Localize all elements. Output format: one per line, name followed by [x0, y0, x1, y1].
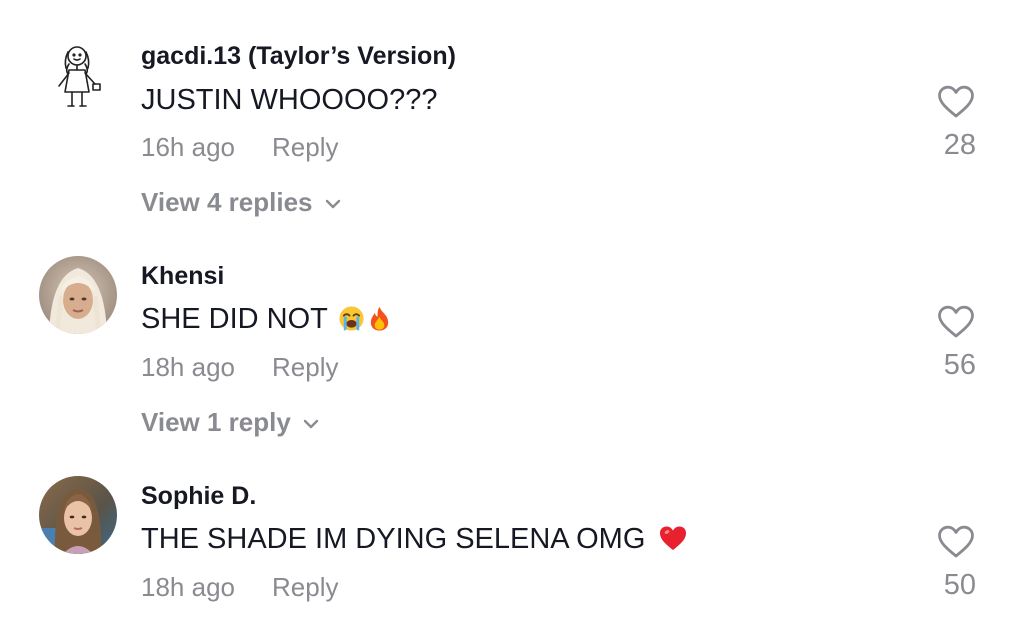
- comment-timestamp: 18h ago: [141, 572, 235, 602]
- heart-like-icon[interactable]: [937, 525, 975, 559]
- comment-item: Sophie D. THE SHADE IM DYING SELENA OMG …: [0, 0, 1024, 635]
- avatar[interactable]: [39, 476, 117, 554]
- profile-photo-icon: [39, 476, 117, 554]
- comment-text-body: THE SHADE IM DYING SELENA OMG: [141, 523, 646, 555]
- like-count: 50: [943, 569, 976, 601]
- comment-text: THE SHADE IM DYING SELENA OMG: [141, 522, 687, 560]
- comment-username[interactable]: Sophie D.: [141, 481, 256, 511]
- reply-button[interactable]: Reply: [272, 571, 338, 603]
- red-heart-emoji-icon: [659, 525, 687, 560]
